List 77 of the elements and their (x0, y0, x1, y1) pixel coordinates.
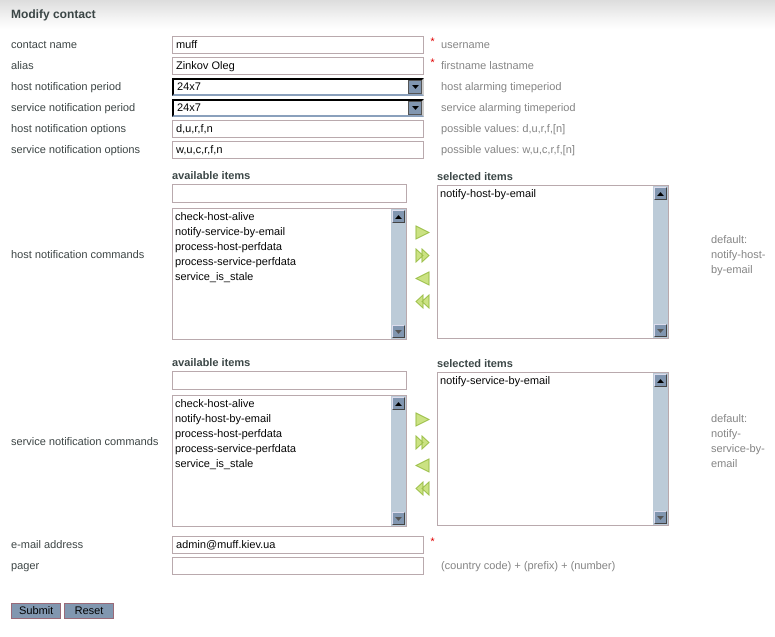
add-arrow-icon[interactable] (414, 411, 430, 428)
field-hint: host alarming timeperiod (441, 81, 562, 93)
list-heading: selected items (437, 171, 514, 185)
field-label: host notification period (11, 81, 122, 93)
remove-arrow-icon[interactable] (414, 457, 430, 474)
add-all-arrow-icon[interactable] (414, 434, 430, 451)
list-item[interactable]: check-host-alive (175, 210, 389, 225)
field-hint: default: notify-service-by-email (711, 412, 766, 472)
scroll-up-icon[interactable] (395, 402, 402, 406)
dropdown[interactable]: 24x7 (172, 99, 424, 117)
field-hint: username (441, 39, 490, 51)
scrollbar[interactable] (391, 396, 406, 526)
field-hint: firstname lastname (441, 60, 534, 72)
input-field[interactable] (172, 557, 424, 575)
scroll-up-icon[interactable] (657, 192, 664, 196)
list-item[interactable]: service_is_stale (175, 457, 389, 472)
dropdown[interactable]: 24x7 (172, 78, 424, 96)
submit-button[interactable]: Submit (11, 603, 61, 619)
input-field[interactable]: w,u,c,r,f,n (172, 141, 424, 159)
field-label: contact name (11, 39, 78, 51)
list-item[interactable]: service_is_stale (175, 270, 389, 285)
list-item[interactable]: notify-service-by-email (440, 374, 651, 389)
required-marker: * (429, 536, 436, 548)
scrollbar[interactable] (653, 186, 668, 338)
scrollbar[interactable] (653, 373, 668, 525)
field-label: host notification commands (11, 249, 146, 261)
scroll-down-icon[interactable] (657, 328, 664, 332)
field-label: host notification options (11, 123, 127, 135)
required-marker: * (429, 36, 436, 48)
field-hint: (country code) + (prefix) + (number) (441, 560, 616, 572)
caret-icon[interactable] (412, 85, 418, 89)
scroll-up-icon[interactable] (395, 214, 402, 218)
input-field[interactable]: muff (172, 36, 424, 54)
field-label: service notification period (11, 102, 136, 114)
list-heading: available items (172, 170, 252, 184)
field-hint: possible values: w,u,c,r,f,[n] (441, 144, 575, 156)
field-label: e-mail address (11, 539, 84, 551)
list-item[interactable]: notify-host-by-email (440, 187, 651, 202)
filter-field[interactable] (172, 184, 407, 203)
reset-button[interactable]: Reset (64, 603, 114, 619)
remove-arrow-icon[interactable] (414, 270, 430, 287)
scroll-down-icon[interactable] (395, 330, 402, 334)
list-box[interactable]: check-host-alive notify-host-by-email process-host-perfdata process-service-perfdata service_is_stale (172, 395, 407, 527)
scroll-down-icon[interactable] (657, 516, 664, 520)
caret-icon[interactable] (412, 106, 418, 110)
add-arrow-icon[interactable] (414, 224, 430, 241)
filter-field[interactable] (172, 371, 407, 390)
list-item[interactable]: process-host-perfdata (175, 240, 389, 255)
scroll-down-icon[interactable] (395, 516, 402, 520)
list-box[interactable]: check-host-alive notify-service-by-email process-host-perfdata process-service-perfdata service_is_stale (172, 208, 407, 340)
required-marker: * (429, 57, 436, 69)
add-all-arrow-icon[interactable] (414, 247, 430, 264)
field-hint: service alarming timeperiod (441, 102, 576, 114)
input-field[interactable]: admin@muff.kiev.ua (172, 536, 424, 554)
field-label: service notification commands (11, 436, 160, 448)
list-item[interactable]: notify-service-by-email (175, 225, 389, 240)
field-label: pager (11, 560, 40, 572)
field-hint: possible values: d,u,r,f,[n] (441, 123, 566, 135)
list-item[interactable]: process-service-perfdata (175, 255, 389, 270)
list-heading: available items (172, 357, 252, 371)
remove-all-arrow-icon[interactable] (414, 480, 430, 497)
scroll-up-icon[interactable] (657, 378, 664, 382)
list-item[interactable]: notify-host-by-email (175, 412, 389, 427)
field-label: alias (11, 60, 35, 72)
list-item[interactable]: process-service-perfdata (175, 442, 389, 457)
list-item[interactable]: check-host-alive (175, 397, 389, 412)
input-field[interactable]: d,u,r,f,n (172, 120, 424, 138)
field-label: service notification options (11, 144, 142, 156)
list-box[interactable]: notify-service-by-email (437, 372, 669, 526)
scrollbar[interactable] (391, 209, 406, 339)
remove-all-arrow-icon[interactable] (414, 293, 430, 310)
page-title: Modify contact (11, 7, 96, 21)
list-box[interactable]: notify-host-by-email (437, 185, 669, 339)
list-heading: selected items (437, 358, 514, 372)
field-hint: default: notify-host-by-email (711, 232, 766, 278)
input-field[interactable]: Zinkov Oleg (172, 57, 424, 75)
list-item[interactable]: process-host-perfdata (175, 427, 389, 442)
